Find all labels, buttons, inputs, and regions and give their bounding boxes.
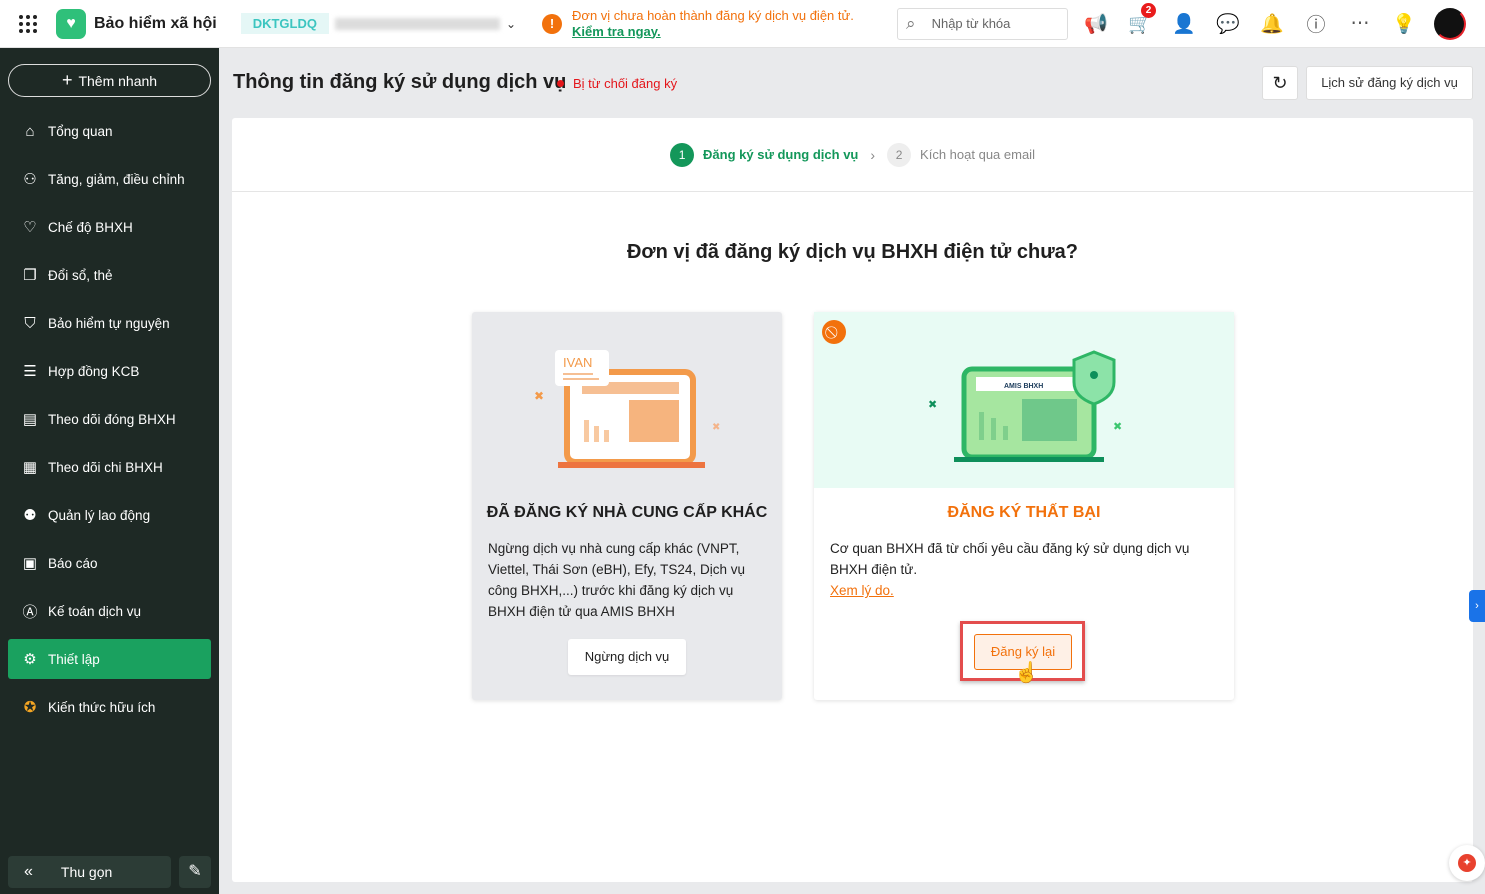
warning-message: Đơn vị chưa hoàn thành đăng ký dịch vụ đ… xyxy=(572,7,854,39)
sidebar-item-label: Chế độ BHXH xyxy=(48,219,133,235)
sidebar-item-label: Kiến thức hữu ích xyxy=(48,699,156,715)
warning-icon: ! xyxy=(542,13,563,34)
megaphone-icon[interactable]: 📢 xyxy=(1074,12,1118,36)
sidebar-item-label: Theo dõi chi BHXH xyxy=(48,459,163,475)
card-title: ĐÃ ĐĂNG KÝ NHÀ CUNG CẤP KHÁC xyxy=(486,504,768,521)
stop-service-button[interactable]: Ngừng dịch vụ xyxy=(568,639,686,675)
sidebar-item[interactable]: ⚇ Tăng, giảm, điều chỉnh xyxy=(8,159,211,199)
tax-code[interactable]: DKTGLDQ xyxy=(240,13,329,34)
app-title: Bảo hiểm xã hội xyxy=(94,14,217,32)
sidebar-item[interactable]: ⌂ Tổng quan xyxy=(8,111,211,151)
sidebar-item[interactable]: ⚉ Quản lý lao động xyxy=(8,495,211,535)
shield-icon: ⛉ xyxy=(24,314,36,332)
chevron-down-icon[interactable]: ⌄ xyxy=(506,17,516,31)
svg-text:AMIS BHXH: AMIS BHXH xyxy=(1004,383,1043,390)
quick-add-button[interactable]: + Thêm nhanh xyxy=(8,64,211,97)
chat-icon[interactable]: 💬 xyxy=(1206,12,1250,36)
sidebar-item-label: Tăng, giảm, điều chỉnh xyxy=(48,171,185,187)
status-badge: Bị từ chối đăng ký xyxy=(557,76,677,91)
chevron-right-icon: › xyxy=(870,146,876,163)
check-now-link[interactable]: Kiểm tra ngay. xyxy=(572,24,661,39)
avatar[interactable] xyxy=(1434,7,1467,40)
cart-icon[interactable]: 🛒 2 xyxy=(1118,2,1162,36)
step-activate[interactable]: 2 Kích hoạt qua email xyxy=(887,142,1035,167)
knowledge-icon: ✪ xyxy=(23,699,37,716)
c12-icon: ▤ xyxy=(22,411,38,428)
sidebar-item[interactable]: ▦ Theo dõi chi BHXH xyxy=(8,447,211,487)
cart-badge: 2 xyxy=(1141,2,1157,18)
history-button[interactable]: Lịch sử đăng ký dịch vụ xyxy=(1306,66,1473,100)
gear-icon: ⚙ xyxy=(23,651,37,668)
question-heading: Đơn vị đã đăng ký dịch vụ BHXH điện tử c… xyxy=(626,241,1079,263)
hand-cursor-icon: ☝ xyxy=(1014,662,1039,684)
benefit-icon: ♡ xyxy=(23,219,37,236)
sidebar-item-label: Tổng quan xyxy=(48,123,113,139)
app-logo: ♥ xyxy=(56,8,86,39)
sidebar-item-label: Hợp đồng KCB xyxy=(48,363,140,379)
step-register[interactable]: 1 Đăng ký sử dụng dịch vụ xyxy=(670,142,858,167)
company-name-blurred[interactable] xyxy=(334,17,500,30)
sidebar-item-label: Kế toán dịch vụ xyxy=(48,603,142,619)
sidebar-item-label: Báo cáo xyxy=(48,555,98,571)
idea-icon[interactable]: 💡 xyxy=(1382,12,1426,36)
report-icon: ▣ xyxy=(22,555,38,572)
page-title: Thông tin đăng ký sử dụng dịch vụ xyxy=(233,71,567,93)
main-panel: 1 Đăng ký sử dụng dịch vụ › 2 Kích hoạt qu… xyxy=(232,118,1473,882)
sidebar-item-label: Đổi sổ, thẻ xyxy=(48,267,113,283)
assistant-icon: ✦ xyxy=(1458,854,1476,872)
accounting-icon: Ⓐ xyxy=(22,603,38,621)
sidebar-item[interactable]: Ⓐ Kế toán dịch vụ xyxy=(8,591,211,631)
card-icon: ❐ xyxy=(23,267,37,284)
amis-illustration: ⃠ AMIS BHXH ✖ ✖ xyxy=(814,312,1234,488)
expand-panel-tab[interactable]: › xyxy=(1469,590,1485,622)
stepper: 1 Đăng ký sử dụng dịch vụ › 2 Kích hoạt qu… xyxy=(232,118,1473,192)
double-chevron-left-icon: « xyxy=(24,863,33,880)
sidebar-item[interactable]: ⛉ Bảo hiểm tự nguyện xyxy=(8,303,211,343)
edit-icon[interactable]: ✎ xyxy=(179,856,211,888)
ivan-label: IVAN xyxy=(563,355,592,370)
sidebar-item[interactable]: ▣ Báo cáo xyxy=(8,543,211,583)
card-title: ĐĂNG KÝ THẤT BẠI xyxy=(947,504,1101,521)
bell-icon[interactable]: 🔔 xyxy=(1250,12,1294,36)
sidebar-item[interactable]: ♡ Chế độ BHXH xyxy=(8,207,211,247)
users-icon: ⚉ xyxy=(23,507,37,524)
sidebar-item[interactable]: ▤ Theo dõi đóng BHXH xyxy=(8,399,211,439)
add-user-icon[interactable]: 👤 xyxy=(1162,12,1206,36)
svg-text:✖: ✖ xyxy=(534,389,544,403)
home-icon: ⌂ xyxy=(25,122,35,140)
card-description: Cơ quan BHXH đã từ chối yêu cầu đăng ký … xyxy=(830,541,1190,598)
top-bar: ♥ Bảo hiểm xã hội DKTGLDQ ⌄ ! Đơn vị chư… xyxy=(0,0,1485,48)
sidebar-item[interactable]: ☰ Hợp đồng KCB xyxy=(8,351,211,391)
sidebar-item[interactable]: ✪ Kiến thức hữu ích xyxy=(8,687,211,727)
search-icon: ⌕ xyxy=(906,13,916,33)
help-icon[interactable]: ⓘ xyxy=(1294,10,1338,37)
more-icon[interactable]: ⋯ xyxy=(1338,12,1382,35)
sidebar: + Thêm nhanh ⌂ Tổng quan ⚇ Tăng, giảm, điều … xyxy=(0,48,219,894)
svg-text:✖: ✖ xyxy=(712,422,720,433)
other-provider-card: IVAN ✖ ✖ ĐÃ ĐĂNG KÝ NHÀ CUNG CẤP KHÁC Ngừ… xyxy=(472,312,782,700)
contract-icon: ☰ xyxy=(23,363,37,380)
sidebar-item-label: Bảo hiểm tự nguyện xyxy=(48,315,170,331)
user-adjust-icon: ⚇ xyxy=(23,171,37,188)
assistant-button[interactable]: ✦ xyxy=(1449,845,1485,881)
view-reason-link[interactable]: Xem lý do. xyxy=(830,583,894,598)
sidebar-item-label: Thiết lập xyxy=(48,651,100,667)
sidebar-item-label: Theo dõi đóng BHXH xyxy=(48,411,176,427)
sidebar-item[interactable]: ❐ Đổi sổ, thẻ xyxy=(8,255,211,295)
sidebar-item-label: Quản lý lao động xyxy=(48,507,151,523)
svg-text:✖: ✖ xyxy=(1113,421,1122,433)
svg-text:✖: ✖ xyxy=(928,399,937,411)
refresh-button[interactable]: ↻ xyxy=(1262,66,1298,100)
payout-icon: ▦ xyxy=(22,459,38,476)
collapse-button[interactable]: «Thu gọn xyxy=(8,856,171,888)
card-description: Ngừng dịch vụ nhà cung cấp khác (VNPT, V… xyxy=(488,541,745,619)
no-document-icon: ⃠ xyxy=(822,320,846,344)
search-input[interactable]: ⌕ Nhập từ khóa xyxy=(897,7,1069,40)
sidebar-item[interactable]: ⚙ Thiết lập xyxy=(8,639,211,679)
registration-failed-card: ⃠ AMIS BHXH ✖ ✖ ĐĂNG KÝ THẤT BẠI Cơ quan … xyxy=(814,312,1234,700)
app-grid-icon[interactable] xyxy=(19,14,37,33)
ivan-illustration: IVAN ✖ ✖ xyxy=(472,312,782,488)
